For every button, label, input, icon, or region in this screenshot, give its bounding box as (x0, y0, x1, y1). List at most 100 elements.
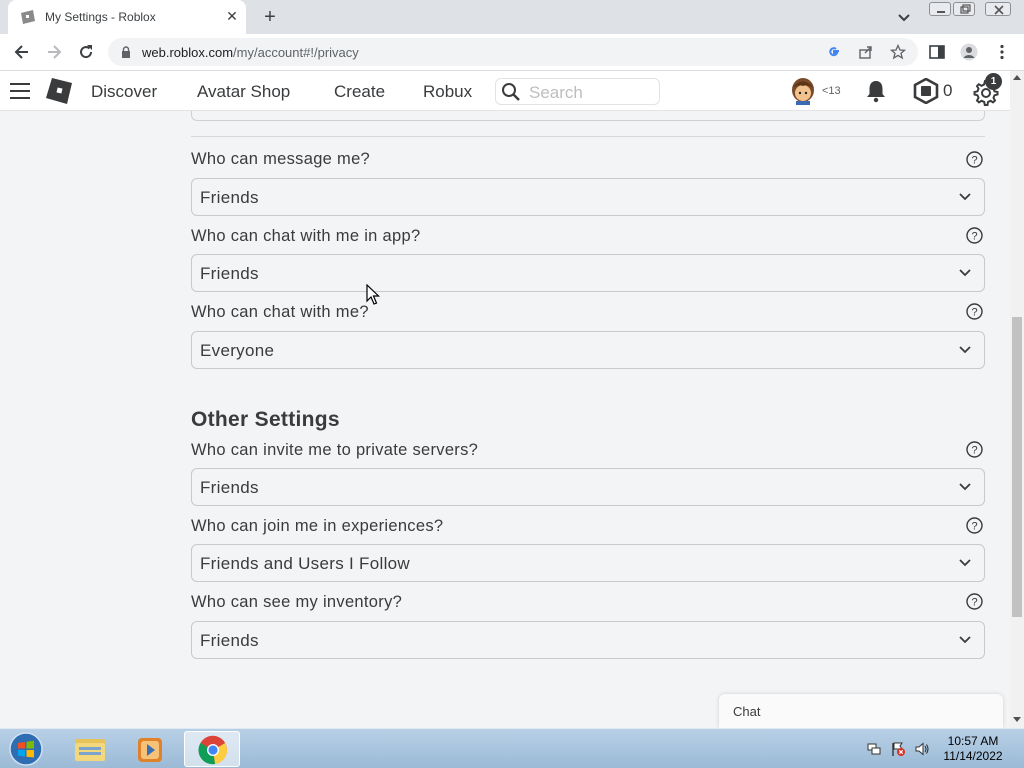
page-scrollbar[interactable] (1010, 71, 1024, 728)
hamburger-menu-icon[interactable] (10, 83, 30, 99)
chevron-down-icon (959, 269, 971, 277)
clock-date: 11/14/2022 (943, 749, 1003, 763)
more-menu-icon[interactable] (993, 43, 1011, 61)
chat-select-value: Everyone (200, 341, 275, 360)
share-icon[interactable] (858, 44, 874, 60)
inventory-label: Who can see my inventory? (191, 593, 403, 611)
new-tab-button[interactable]: + (258, 6, 282, 28)
chat-widget[interactable]: Chat (719, 694, 1003, 728)
reload-icon[interactable] (76, 42, 96, 62)
close-window-button[interactable] (985, 2, 1011, 16)
url-path: /my/account#!/privacy (233, 45, 359, 60)
privacy-settings-panel: Who can message me? ? Friends Who can ch… (0, 111, 1010, 728)
help-icon[interactable]: ? (966, 303, 983, 320)
avatar[interactable] (790, 77, 816, 105)
search-input[interactable]: Search (495, 78, 660, 105)
back-arrow-icon[interactable] (12, 42, 32, 62)
help-icon[interactable]: ? (966, 151, 983, 168)
chat-widget-label: Chat (733, 704, 761, 719)
private-servers-select[interactable]: Friends (191, 468, 985, 506)
action-center-flag-icon[interactable] (890, 741, 906, 757)
scroll-up-arrow-icon[interactable] (1013, 74, 1021, 82)
previous-select[interactable] (191, 111, 985, 121)
profile-icon[interactable] (960, 43, 978, 61)
volume-icon[interactable] (914, 741, 930, 757)
private-servers-select-value: Friends (200, 478, 259, 497)
chat-select[interactable]: Everyone (191, 331, 985, 369)
search-placeholder: Search (529, 83, 583, 102)
clock-time: 10:57 AM (947, 734, 999, 748)
svg-text:?: ? (971, 231, 977, 243)
private-servers-label: Who can invite me to private servers? (191, 441, 479, 459)
svg-text:?: ? (971, 307, 977, 319)
join-select-value: Friends and Users I Follow (200, 554, 410, 573)
inventory-select[interactable]: Friends (191, 621, 985, 659)
app-chat-select-value: Friends (200, 264, 259, 283)
section-divider (191, 136, 985, 137)
taskbar-media-player[interactable] (122, 731, 178, 767)
chevron-down-icon (959, 636, 971, 644)
age-label: <13 (822, 85, 841, 97)
chrome-icon (198, 735, 227, 765)
url-host: web.roblox.com (142, 45, 234, 60)
windows-start-button-icon[interactable] (7, 731, 45, 767)
message-select-value: Friends (200, 188, 259, 207)
message-label: Who can message me? (191, 150, 371, 168)
svg-text:?: ? (971, 597, 977, 609)
roblox-logo-icon[interactable] (45, 77, 73, 105)
network-icon[interactable] (866, 741, 882, 757)
svg-text:?: ? (971, 445, 977, 457)
chevron-down-icon (959, 346, 971, 354)
bookmark-star-icon[interactable] (890, 44, 906, 60)
forward-arrow-icon[interactable] (44, 42, 64, 62)
message-select[interactable]: Friends (191, 178, 985, 216)
nav-create[interactable]: Create (334, 82, 385, 102)
app-chat-select[interactable]: Friends (191, 254, 985, 292)
chevron-down-icon (959, 559, 971, 567)
search-icon (502, 83, 520, 101)
help-icon[interactable]: ? (966, 593, 983, 610)
svg-text:?: ? (971, 521, 977, 533)
tab-search-chevron-icon[interactable] (895, 8, 913, 26)
help-icon[interactable]: ? (966, 227, 983, 244)
help-icon[interactable]: ? (966, 517, 983, 534)
other-settings-heading: Other Settings (191, 408, 340, 431)
windows-taskbar: 10:57 AM 11/14/2022 (0, 728, 1024, 768)
roblox-header: Discover Avatar Shop Create Robux Search… (0, 71, 1010, 111)
chat-label: Who can chat with me? (191, 303, 369, 321)
join-select[interactable]: Friends and Users I Follow (191, 544, 985, 582)
help-icon[interactable]: ? (966, 441, 983, 458)
browser-toolbar: web.roblox.com/my/account#!/privacy (0, 34, 1024, 71)
nav-avatar-shop[interactable]: Avatar Shop (197, 82, 290, 102)
mouse-cursor-icon (366, 284, 380, 305)
system-clock[interactable]: 10:57 AM 11/14/2022 (938, 734, 1008, 764)
browser-tab-strip: My Settings - Roblox ✕ + (0, 0, 1024, 34)
lock-icon (122, 46, 130, 58)
inventory-select-value: Friends (200, 631, 259, 650)
minimize-icon (937, 11, 945, 13)
minimize-window-button[interactable] (929, 2, 951, 16)
robux-count: 0 (943, 81, 953, 100)
roblox-favicon-icon (21, 10, 35, 24)
google-icon[interactable] (826, 44, 842, 60)
tab-title: My Settings - Roblox (45, 10, 156, 24)
settings-notification-badge: 1 (985, 73, 1002, 90)
nav-discover[interactable]: Discover (91, 82, 157, 102)
nav-robux[interactable]: Robux (423, 82, 472, 102)
taskbar-chrome[interactable] (184, 731, 240, 767)
notifications-bell-icon[interactable] (865, 79, 887, 103)
scroll-thumb[interactable] (1012, 317, 1022, 617)
scroll-down-arrow-icon[interactable] (1013, 715, 1021, 723)
robux-icon[interactable] (913, 78, 939, 104)
address-bar[interactable]: web.roblox.com/my/account#!/privacy (108, 38, 918, 66)
chevron-down-icon (959, 193, 971, 201)
restore-icon (960, 4, 971, 14)
media-player-icon (138, 738, 162, 762)
join-label: Who can join me in experiences? (191, 517, 444, 535)
side-panel-icon[interactable] (928, 43, 946, 61)
close-tab-icon[interactable]: ✕ (224, 8, 240, 24)
taskbar-explorer[interactable] (62, 731, 118, 767)
browser-tab[interactable]: My Settings - Roblox ✕ (8, 0, 246, 34)
chevron-down-icon (959, 483, 971, 491)
restore-window-button[interactable] (953, 2, 975, 16)
